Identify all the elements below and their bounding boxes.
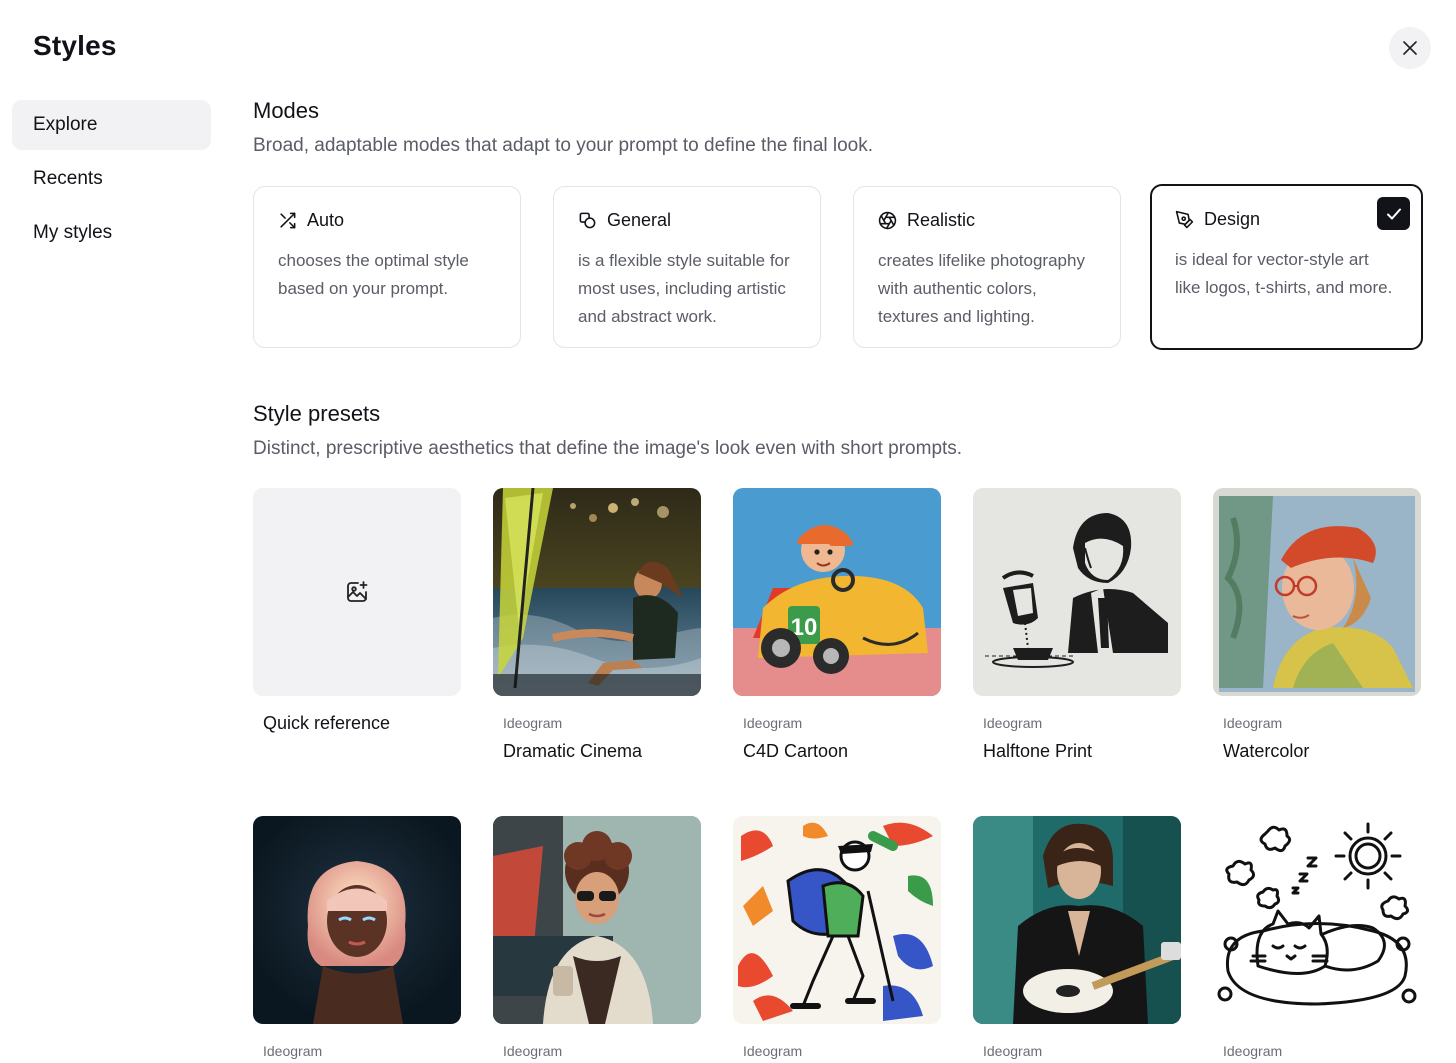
- preset-thumbnail: 10: [733, 488, 941, 696]
- preset-tag: Ideogram: [743, 1043, 803, 1059]
- halftone-print-image: [973, 488, 1181, 696]
- c4d-cartoon-image: 10: [733, 488, 941, 696]
- mode-name: Realistic: [907, 209, 976, 230]
- preset-tag: Ideogram: [743, 715, 803, 731]
- sidebar-item-label: Explore: [33, 114, 98, 135]
- mode-card-general[interactable]: General is a flexible style suitable for…: [553, 186, 821, 348]
- shuffle-icon: [280, 212, 296, 228]
- mode-description: is ideal for vector-style art like logos…: [1175, 250, 1393, 297]
- preset-thumbnail: [1213, 816, 1421, 1024]
- preset-tag: Ideogram: [263, 1043, 323, 1059]
- presets-subtitle: Distinct, prescriptive aesthetics that d…: [253, 438, 963, 459]
- hiker-illustration-image: [733, 816, 941, 1024]
- preset-c4d-cartoon[interactable]: 10 Ideogram C4D Cartoon: [733, 488, 941, 762]
- mode-description: is a flexible style suitable for most us…: [578, 251, 790, 326]
- mode-name: Design: [1204, 208, 1261, 229]
- preset-watercolor[interactable]: Ideogram Watercolor: [1213, 488, 1421, 762]
- preset-halftone-print[interactable]: Ideogram Halftone Print: [973, 488, 1181, 762]
- close-button[interactable]: [1389, 27, 1431, 69]
- preset-quick-reference[interactable]: Quick reference: [253, 488, 461, 734]
- portrait-glow-image: [253, 816, 461, 1024]
- modes-subtitle: Broad, adaptable modes that adapt to you…: [253, 135, 874, 156]
- preset-thumbnail: [733, 816, 941, 1024]
- sidebar-item-label: Recents: [33, 168, 103, 189]
- image-add-icon: [347, 581, 368, 602]
- preset-name: Quick reference: [263, 713, 391, 733]
- mode-description: chooses the optimal style based on your …: [278, 251, 469, 298]
- sidebar-item-explore[interactable]: Explore: [12, 100, 211, 150]
- preset-card[interactable]: Ideogram: [973, 816, 1181, 1059]
- preset-thumbnail: [253, 816, 461, 1024]
- preset-tag: Ideogram: [503, 1043, 563, 1059]
- street-portrait-image: [493, 816, 701, 1024]
- preset-thumbnail: [253, 488, 461, 696]
- preset-card[interactable]: Ideogram: [733, 816, 941, 1059]
- preset-card[interactable]: Ideogram: [493, 816, 701, 1059]
- preset-name: Watercolor: [1223, 741, 1310, 761]
- sidebar-item-my-styles[interactable]: My styles: [12, 208, 211, 258]
- preset-card[interactable]: Ideogram: [1213, 816, 1421, 1059]
- sidebar-nav: Explore Recents My styles: [12, 100, 211, 262]
- preset-thumbnail: [973, 816, 1181, 1024]
- shapes-icon: [579, 212, 596, 228]
- preset-name: Dramatic Cinema: [503, 741, 643, 761]
- preset-thumbnail: [493, 488, 701, 696]
- mode-name: Auto: [307, 209, 345, 230]
- sleeping-cat-lineart-image: [1213, 816, 1421, 1024]
- pen-tool-icon: [1175, 210, 1194, 228]
- aperture-icon: [878, 211, 897, 229]
- mode-card-auto[interactable]: Auto chooses the optimal style based on …: [253, 186, 521, 348]
- guitarist-photo-image: [973, 816, 1181, 1024]
- mode-name: General: [607, 209, 672, 230]
- page-title: Styles: [33, 30, 117, 61]
- preset-name: C4D Cartoon: [743, 741, 849, 761]
- sidebar-item-recents[interactable]: Recents: [12, 154, 211, 204]
- presets-heading: Style presets: [253, 401, 381, 426]
- modes-heading: Modes: [253, 98, 320, 123]
- preset-card[interactable]: Ideogram: [253, 816, 461, 1059]
- dramatic-cinema-image: [493, 488, 701, 696]
- watercolor-image: [1213, 488, 1421, 696]
- preset-name: Halftone Print: [983, 741, 1093, 761]
- mode-card-realistic[interactable]: Realistic creates lifelike photography w…: [853, 186, 1121, 348]
- close-icon: [1403, 41, 1417, 55]
- preset-thumbnail: [1213, 488, 1421, 696]
- sidebar-item-label: My styles: [33, 222, 113, 243]
- preset-tag: Ideogram: [983, 1043, 1043, 1059]
- preset-thumbnail: [493, 816, 701, 1024]
- preset-tag: Ideogram: [1223, 715, 1283, 731]
- mode-card-design[interactable]: Design is ideal for vector-style art lik…: [1150, 184, 1423, 350]
- mode-description: creates lifelike photography with authen…: [878, 251, 1085, 326]
- preset-dramatic-cinema[interactable]: Ideogram Dramatic Cinema: [493, 488, 701, 762]
- preset-tag: Ideogram: [503, 715, 563, 731]
- selected-checkbox: [1377, 197, 1410, 230]
- preset-tag: Ideogram: [1223, 1043, 1283, 1059]
- preset-tag: Ideogram: [983, 715, 1043, 731]
- preset-thumbnail: [973, 488, 1181, 696]
- checkmark-icon: [1386, 208, 1401, 219]
